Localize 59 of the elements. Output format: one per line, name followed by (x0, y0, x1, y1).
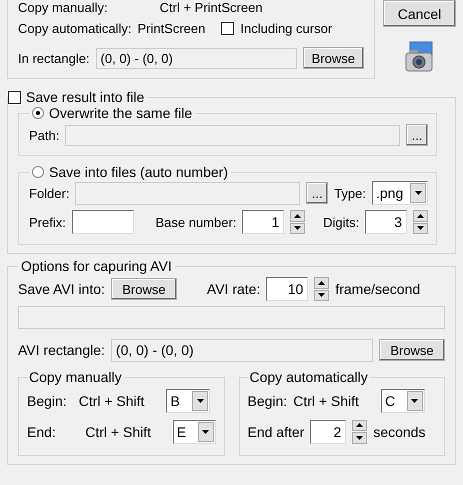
label: frame/second (335, 281, 420, 297)
label: Digits: (323, 214, 360, 230)
label: Prefix: (29, 214, 66, 230)
hotkey-text: Ctrl + Shift (293, 392, 359, 408)
rectangle-field[interactable]: (0, 0) - (0, 0) (96, 48, 297, 68)
browse-button[interactable]: Browse (302, 47, 364, 69)
rectangle-field[interactable]: (0, 0) - (0, 0) (110, 338, 373, 362)
prefix-field[interactable] (72, 210, 134, 234)
label: Base number: (155, 214, 236, 230)
label: Begin: (248, 392, 288, 408)
dropdown[interactable]: .png (372, 181, 428, 205)
checkbox[interactable] (221, 22, 234, 34)
browse-button[interactable]: ... (306, 182, 328, 204)
checkbox-label: Including cursor (240, 20, 332, 36)
camera-icon (404, 41, 436, 73)
number-field[interactable]: 2 (310, 420, 346, 444)
browse-button[interactable]: ... (406, 124, 428, 146)
label: seconds (373, 424, 426, 440)
cancel-button[interactable]: Cancel (383, 0, 456, 27)
dropdown[interactable]: E (172, 420, 216, 444)
browse-button[interactable]: Browse (110, 278, 177, 300)
path-field[interactable] (65, 124, 400, 146)
label: Save AVI into: (18, 281, 105, 297)
dropdown[interactable]: C (380, 388, 425, 412)
group-title: Options for capuring AVI (21, 258, 172, 274)
radio-label: Save into files (auto number) (49, 164, 228, 180)
label: Folder: (29, 186, 70, 200)
spin-buttons[interactable] (314, 277, 330, 301)
folder-field[interactable] (75, 182, 300, 204)
number-field[interactable]: 1 (242, 210, 284, 234)
group-title: Copy automatically (250, 369, 368, 385)
label: AVI rate: (206, 281, 260, 297)
hotkey-text: Ctrl + Shift (85, 424, 152, 440)
label: In rectangle: (18, 50, 90, 66)
group-title: Copy manually (29, 369, 122, 385)
label: End: (27, 424, 56, 440)
radio-label: Overwrite the same file (49, 105, 192, 121)
hotkey-text: Ctrl + Shift (78, 392, 144, 408)
spin-buttons[interactable] (413, 210, 428, 234)
checkbox-label: Save result into file (26, 89, 144, 105)
checkbox[interactable] (8, 90, 21, 104)
radio-button[interactable] (32, 166, 44, 178)
hotkey-text: PrintScreen (137, 20, 206, 36)
label: AVI rectangle: (18, 342, 105, 358)
label: Path: (29, 128, 60, 142)
spin-buttons[interactable] (352, 420, 368, 444)
radio-button[interactable] (32, 107, 44, 119)
browse-button[interactable]: Browse (379, 339, 445, 361)
dropdown[interactable]: B (166, 388, 210, 412)
label: End after (248, 424, 304, 440)
label: Begin: (27, 392, 67, 408)
avi-path-field[interactable] (18, 306, 445, 329)
hotkey-text: Ctrl + PrintScreen (160, 0, 263, 14)
spin-buttons[interactable] (290, 210, 306, 234)
number-field[interactable]: 3 (365, 210, 408, 234)
label: Copy manually: (18, 0, 108, 14)
label: Type: (334, 186, 366, 200)
label: Copy automatically: (18, 20, 132, 36)
number-field[interactable]: 10 (266, 277, 308, 301)
